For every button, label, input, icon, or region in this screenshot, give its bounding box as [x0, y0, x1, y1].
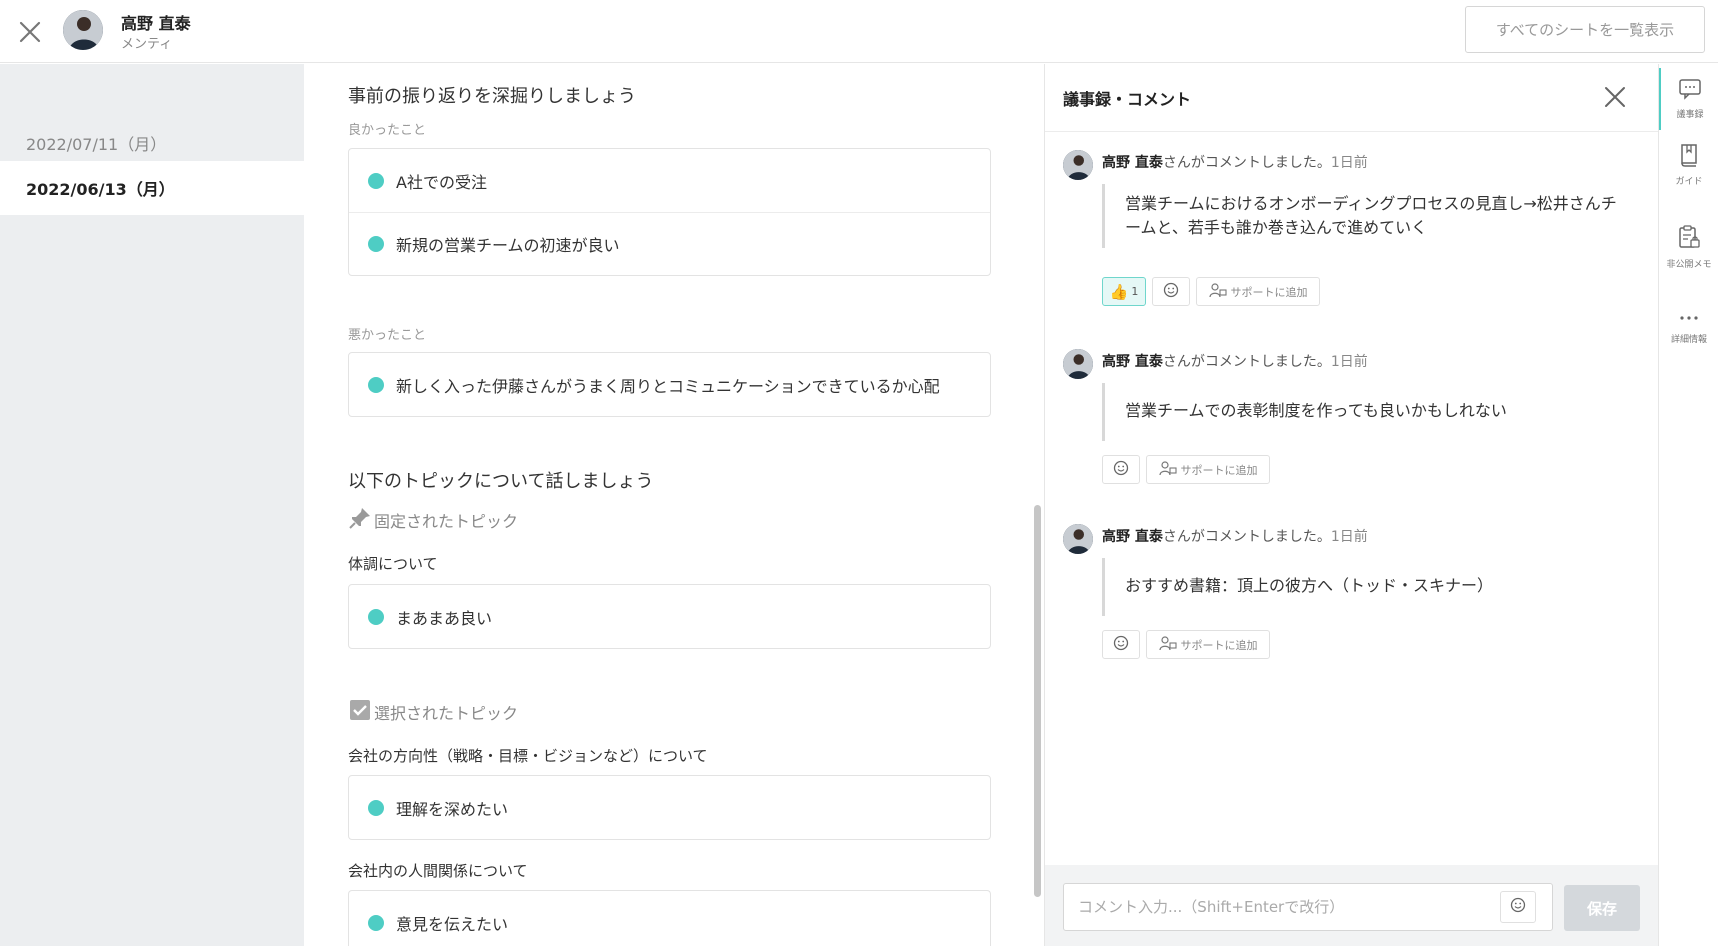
comment-meta: 高野 直泰さんがコメントしました。1日前 [1102, 155, 1368, 171]
add-to-support-button[interactable]: サポートに追加 [1196, 277, 1320, 306]
smiley-icon [1510, 897, 1526, 917]
rail-item-guide[interactable]: ガイド [1659, 134, 1718, 196]
smiley-icon [1113, 460, 1129, 479]
bullet-dot [368, 236, 384, 252]
list-item[interactable]: 理解を深めたい [349, 776, 990, 839]
close-sheet-icon[interactable] [16, 18, 44, 46]
sheet-content: 事前の振り返りを深掘りしましょう 良かったこと A社での受注 新規の営業チームの… [304, 64, 1044, 946]
user-support-icon [1158, 460, 1177, 479]
date-item-selected[interactable]: 2022/06/13（月） [0, 161, 304, 215]
topic-card: 理解を深めたい [348, 775, 991, 840]
top-header: 高野 直泰 メンティ すべてのシートを一覧表示 [0, 0, 1718, 63]
good-label: 良かったこと [348, 123, 427, 138]
rail-item-minutes[interactable]: 議事録 [1659, 68, 1718, 130]
list-item[interactable]: 新規の営業チームの初速が良い [349, 212, 990, 275]
comment-body: おすすめ書籍：頂上の彼方へ（トッド・スキナー） [1102, 558, 1622, 616]
bad-label: 悪かったこと [348, 328, 427, 343]
list-item[interactable]: 新しく入った伊藤さんがうまく周りとコミュニケーションできているか心配 [349, 353, 990, 416]
user-support-icon [1208, 282, 1227, 301]
bullet-dot [368, 799, 384, 816]
bad-items-card: 新しく入った伊藤さんがうまく周りとコミュニケーションできているか心配 [348, 352, 991, 417]
comment-body: 営業チームでの表彰制度を作っても良いかもしれない [1102, 383, 1622, 441]
user-support-icon [1158, 635, 1177, 654]
list-item[interactable]: まあまあ良い [349, 585, 990, 648]
checkbox-icon [348, 698, 372, 726]
selected-topics-header: 選択されたトピック [348, 698, 518, 726]
content-scrollbar[interactable] [1034, 505, 1041, 897]
list-item[interactable]: 意見を伝えたい [349, 891, 990, 946]
add-reaction-button[interactable] [1152, 277, 1190, 306]
bullet-dot [368, 376, 384, 393]
divider [1045, 131, 1659, 132]
avatar [63, 10, 103, 50]
topic-card: まあまあ良い [348, 584, 991, 649]
panel-title: 議事録・コメント [1063, 90, 1192, 109]
bullet-dot [368, 172, 384, 189]
chat-icon [1678, 78, 1702, 104]
comments-panel: 議事録・コメント 高野 直泰さんがコメントしました。1日前 営業チームにおけるオ… [1044, 64, 1659, 946]
comment-meta: 高野 直泰さんがコメントしました。1日前 [1102, 354, 1368, 370]
view-all-sheets-button[interactable]: すべてのシートを一覧表示 [1465, 6, 1705, 53]
rail-item-details[interactable]: 詳細情報 [1659, 296, 1718, 358]
bullet-dot [368, 914, 384, 931]
smiley-icon [1113, 635, 1129, 654]
save-button[interactable]: 保存 [1564, 885, 1640, 931]
comment-meta: 高野 直泰さんがコメントしました。1日前 [1102, 529, 1368, 545]
topic-title: 体調について [348, 555, 438, 573]
comment-input[interactable] [1063, 883, 1553, 931]
avatar [1063, 349, 1093, 379]
list-item[interactable]: A社での受注 [349, 149, 990, 212]
emoji-picker-button[interactable] [1500, 891, 1536, 923]
good-items-card: A社での受注 新規の営業チームの初速が良い [348, 148, 991, 276]
right-rail: 議事録 ガイド 非公開メモ 詳細情報 [1658, 64, 1718, 946]
add-reaction-button[interactable] [1102, 455, 1140, 484]
add-to-support-button[interactable]: サポートに追加 [1146, 455, 1270, 484]
add-reaction-button[interactable] [1102, 630, 1140, 659]
topics-title: 以下のトピックについて話しましょう [348, 471, 654, 492]
smiley-icon [1163, 282, 1179, 301]
add-to-support-button[interactable]: サポートに追加 [1146, 630, 1270, 659]
avatar [1063, 150, 1093, 180]
topic-title: 会社内の人間関係について [348, 862, 528, 880]
user-name: 高野 直泰 [121, 14, 191, 33]
comment-actions: 👍 1 サポートに追加 [1102, 277, 1320, 306]
avatar [1063, 524, 1093, 554]
date-sidebar: 2022/07/11（月） 2022/06/13（月） [0, 64, 304, 946]
comment-actions: サポートに追加 [1102, 630, 1270, 659]
reflection-title: 事前の振り返りを深掘りしましょう [348, 86, 636, 107]
like-button[interactable]: 👍 1 [1102, 277, 1146, 306]
thumbs-up-icon: 👍 [1109, 282, 1129, 301]
user-role: メンティ [121, 37, 173, 52]
pinned-topics-header: 固定されたトピック [348, 506, 518, 534]
rail-item-private-memo[interactable]: 非公開メモ [1659, 216, 1718, 278]
comment-actions: サポートに追加 [1102, 455, 1270, 484]
close-panel-icon[interactable] [1602, 84, 1628, 110]
bullet-dot [368, 608, 384, 625]
book-icon [1678, 143, 1700, 171]
more-icon [1677, 310, 1701, 329]
private-memo-icon [1677, 224, 1701, 254]
pin-icon [348, 506, 372, 534]
topic-title: 会社の方向性（戦略・目標・ビジョンなど）について [348, 747, 708, 765]
topic-card: 意見を伝えたい [348, 890, 991, 946]
comment-body: 営業チームにおけるオンボーディングプロセスの見直し→松井さんチームと、若手も誰か… [1102, 184, 1622, 248]
comment-composer: 保存 [1045, 865, 1659, 946]
